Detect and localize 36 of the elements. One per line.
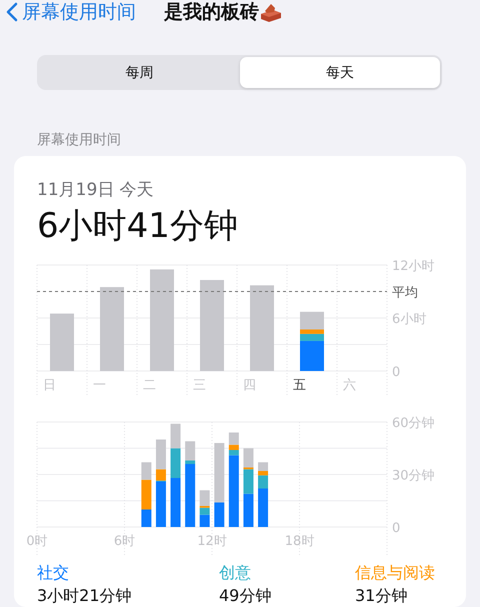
category-label: 社交 bbox=[37, 563, 70, 584]
category-label: 信息与阅读 bbox=[355, 563, 436, 584]
axis-label: 6时 bbox=[114, 534, 136, 549]
brick-icon bbox=[259, 2, 283, 22]
axis-label: 12时 bbox=[197, 534, 227, 549]
category-time: 49分钟 bbox=[219, 586, 272, 607]
axis-label: 五 bbox=[293, 378, 306, 393]
axis-label: 6小时 bbox=[392, 312, 426, 327]
axis-label: 30分钟 bbox=[392, 468, 435, 484]
bar-segment bbox=[170, 424, 181, 448]
total-time: 6小时41分钟 bbox=[37, 205, 239, 248]
axis-label: 六 bbox=[343, 378, 356, 393]
axis-label: 60分钟 bbox=[392, 416, 435, 431]
back-icon bbox=[6, 2, 18, 22]
segment-tab[interactable]: 每周 bbox=[39, 57, 240, 88]
page-title: 是我的板砖 bbox=[164, 0, 259, 25]
axis-label: 12小时 bbox=[392, 259, 435, 274]
section-title: 屏幕使用时间 bbox=[37, 131, 122, 149]
bar-segment bbox=[50, 314, 74, 371]
axis-label: 一 bbox=[93, 378, 106, 393]
axis-label: 0 bbox=[392, 521, 400, 536]
category-time: 3小时21分钟 bbox=[37, 586, 133, 607]
bar-segment bbox=[243, 494, 254, 527]
axis-label: 日 bbox=[43, 378, 56, 393]
axis-label: 四 bbox=[243, 378, 256, 393]
axis-label: 三 bbox=[193, 378, 206, 393]
axis-label: 二 bbox=[143, 378, 156, 393]
back-link[interactable]: 屏幕使用时间 bbox=[6, 0, 136, 25]
date-label: 11月19日 今天 bbox=[37, 179, 155, 201]
axis-label: 0时 bbox=[26, 534, 48, 549]
average-label: 平均 bbox=[392, 286, 418, 300]
category-time: 31分钟 bbox=[355, 586, 408, 607]
axis-label: 18时 bbox=[284, 534, 314, 549]
segment-tab[interactable]: 每天 bbox=[240, 57, 440, 88]
category-label: 创意 bbox=[219, 563, 252, 584]
axis-label: 0 bbox=[392, 365, 400, 380]
